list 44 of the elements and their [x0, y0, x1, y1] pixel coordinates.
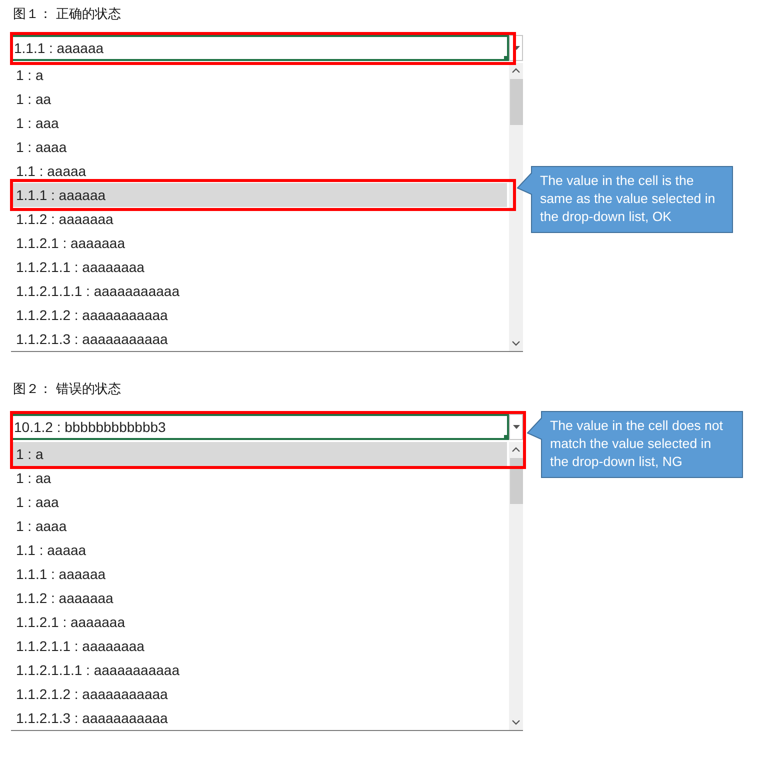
- callout: The value in the cell does not match the value selected in the drop-down list, NG: [541, 411, 743, 478]
- cell-input[interactable]: 10.1.2 : bbbbbbbbbbbb3: [11, 414, 509, 440]
- dropdown-option[interactable]: 1.1.2.1 : aaaaaaa: [12, 610, 507, 634]
- cell-input[interactable]: 1.1.1 : aaaaaa: [11, 35, 509, 61]
- dropdown-option[interactable]: 1.1.2.1.1.1 : aaaaaaaaaaa: [12, 658, 507, 682]
- dropdown-option[interactable]: 1 : aaa: [12, 111, 507, 135]
- callout-pointer: [517, 172, 532, 195]
- dropdown-option[interactable]: 1 : aaa: [12, 490, 507, 514]
- chevron-down-icon[interactable]: [512, 341, 520, 346]
- dropdown-option[interactable]: 1.1.1 : aaaaaa: [12, 183, 507, 207]
- dropdown-option[interactable]: 1 : a: [12, 442, 507, 466]
- dropdown-option[interactable]: 1.1.1 : aaaaaa: [12, 562, 507, 586]
- dropdown-option[interactable]: 1.1.2.1.1.1 : aaaaaaaaaaa: [12, 279, 507, 303]
- fill-handle[interactable]: [504, 435, 509, 440]
- dropdown-option[interactable]: 1 : aa: [12, 466, 507, 490]
- fill-handle[interactable]: [504, 56, 509, 61]
- figure-caption: 图１： 正确的状态: [13, 6, 122, 24]
- chevron-up-icon[interactable]: [512, 68, 520, 73]
- dropdown-option[interactable]: 1 : aaaa: [12, 135, 507, 159]
- dropdown-option[interactable]: 1.1.2.1.2 : aaaaaaaaaaa: [12, 303, 507, 327]
- dropdown-option[interactable]: 1.1 : aaaaa: [12, 159, 507, 183]
- dropdown-option[interactable]: 1.1.2.1.1 : aaaaaaaa: [12, 634, 507, 658]
- chevron-down-icon[interactable]: [512, 720, 520, 725]
- dropdown-option[interactable]: 1.1.2.1.2 : aaaaaaaaaaa: [12, 682, 507, 706]
- scrollbar-thumb[interactable]: [510, 458, 522, 504]
- dropdown-option[interactable]: 1.1.2 : aaaaaaa: [12, 207, 507, 231]
- caret-icon: [512, 425, 520, 429]
- figure-caption: 图２： 错误的状态: [13, 381, 122, 399]
- dropdown-option[interactable]: 1.1.2.1 : aaaaaaa: [12, 231, 507, 255]
- dropdown-option[interactable]: 1.1.2.1.3 : aaaaaaaaaaa: [12, 327, 507, 351]
- dropdown-button[interactable]: [509, 414, 523, 440]
- dropdown-option[interactable]: 1 : aa: [12, 87, 507, 111]
- callout: The value in the cell is the same as the value selected in the drop-down list, OK: [531, 166, 733, 233]
- scrollbar-track[interactable]: [509, 63, 523, 351]
- chevron-up-icon[interactable]: [512, 447, 520, 452]
- dropdown-option[interactable]: 1.1.2 : aaaaaaa: [12, 586, 507, 610]
- dropdown-option[interactable]: 1 : aaaa: [12, 514, 507, 538]
- dropdown-option[interactable]: 1.1.2.1.3 : aaaaaaaaaaa: [12, 706, 507, 730]
- callout-pointer: [527, 417, 542, 440]
- scrollbar-track[interactable]: [509, 442, 523, 730]
- dropdown-option[interactable]: 1 : a: [12, 63, 507, 87]
- scrollbar-thumb[interactable]: [510, 79, 522, 125]
- dropdown-option[interactable]: 1.1.2.1.1 : aaaaaaaa: [12, 255, 507, 279]
- dropdown-option[interactable]: 1.1 : aaaaa: [12, 538, 507, 562]
